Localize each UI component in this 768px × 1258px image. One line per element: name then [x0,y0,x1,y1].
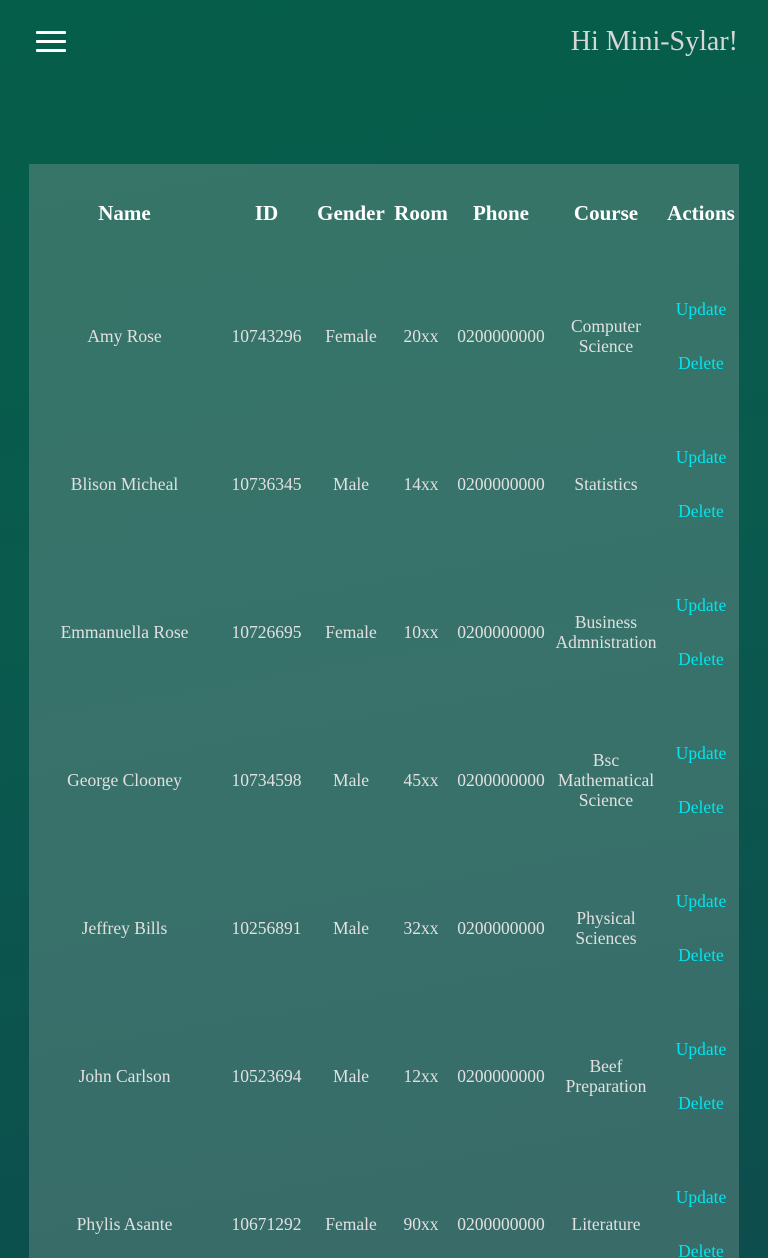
delete-link[interactable]: Delete [678,945,724,965]
cell-course: Computer Science [571,316,641,356]
cell-course: Literature [571,1214,641,1234]
cell-gender: Male [333,918,369,938]
cell-course: Beef Preparation [565,1056,647,1096]
cell-course: Business Admnistration [555,612,657,652]
menu-bar [36,49,66,52]
cell-room: 20xx [403,326,439,346]
update-link[interactable]: Update [676,595,727,615]
cell-gender: Female [325,622,377,642]
cell-name: John Carlson [78,1066,171,1086]
cell-id: 10743296 [231,326,302,346]
cell-phone: 0200000000 [457,918,545,938]
cell-id: 10736345 [231,474,302,494]
column-header-gender: Gender [317,200,385,225]
delete-link[interactable]: Delete [678,797,724,817]
cell-gender: Male [333,1066,369,1086]
cell-room: 10xx [403,622,439,642]
column-header-room: Room [394,200,448,225]
cell-actions: Update Delete [663,262,739,410]
cell-room: 45xx [403,770,439,790]
cell-phone: 0200000000 [457,326,545,346]
cell-name: Blison Micheal [70,474,179,494]
cell-id: 10523694 [231,1066,302,1086]
cell-id: 10671292 [231,1214,302,1234]
cell-gender: Female [325,326,377,346]
cell-actions: Update Delete [663,706,739,854]
cell-name: George Clooney [67,770,182,790]
cell-name: Phylis Asante [76,1214,173,1234]
cell-actions: Update Delete [663,1150,739,1258]
cell-phone: 0200000000 [457,622,545,642]
column-header-actions: Actions [667,200,735,225]
table-row: John Carlson 10523694 Male 12xx 02000000… [29,1002,739,1150]
cell-actions: Update Delete [663,1002,739,1150]
cell-phone: 0200000000 [457,1066,545,1086]
table-row: Blison Micheal 10736345 Male 14xx 020000… [29,410,739,558]
delete-link[interactable]: Delete [678,501,724,521]
update-link[interactable]: Update [676,743,727,763]
table-row: George Clooney 10734598 Male 45xx 020000… [29,706,739,854]
delete-link[interactable]: Delete [678,1093,724,1113]
cell-actions: Update Delete [663,410,739,558]
cell-phone: 0200000000 [457,770,545,790]
cell-gender: Female [325,1214,377,1234]
delete-link[interactable]: Delete [678,649,724,669]
delete-link[interactable]: Delete [678,353,724,373]
table-row: Phylis Asante 10671292 Female 90xx 02000… [29,1150,739,1258]
cell-course: Statistics [574,474,638,494]
cell-phone: 0200000000 [457,474,545,494]
table-row: Emmanuella Rose 10726695 Female 10xx 020… [29,558,739,706]
menu-bar [36,31,66,34]
cell-id: 10256891 [231,918,302,938]
delete-link[interactable]: Delete [678,1241,724,1258]
hamburger-menu-icon[interactable] [36,31,66,53]
cell-room: 90xx [403,1214,439,1234]
column-header-course: Course [573,200,639,225]
cell-room: 32xx [403,918,439,938]
cell-name: Jeffrey Bills [81,918,168,938]
cell-room: 12xx [403,1066,439,1086]
update-link[interactable]: Update [676,299,727,319]
table-row: Jeffrey Bills 10256891 Male 32xx 0200000… [29,854,739,1002]
table-header-row: Name ID Gender Room Phone Course Actions [29,164,739,262]
cell-course: Physical Sciences [575,908,637,948]
user-greeting: Hi Mini-Sylar! [570,26,738,57]
cell-actions: Update Delete [663,854,739,1002]
cell-id: 10726695 [231,622,302,642]
students-table-panel: Name ID Gender Room Phone Course Actions… [29,164,739,1258]
update-link[interactable]: Update [676,891,727,911]
cell-gender: Male [333,770,369,790]
cell-name: Emmanuella Rose [60,622,189,642]
menu-bar [36,40,66,43]
update-link[interactable]: Update [676,447,727,467]
cell-room: 14xx [403,474,439,494]
table-row: Amy Rose 10743296 Female 20xx 0200000000… [29,262,739,410]
column-header-phone: Phone [472,200,529,225]
cell-actions: Update Delete [663,558,739,706]
cell-phone: 0200000000 [457,1214,545,1234]
update-link[interactable]: Update [676,1039,727,1059]
cell-course: Bsc Mathematical Science [557,750,655,810]
cell-gender: Male [333,474,369,494]
update-link[interactable]: Update [676,1187,727,1207]
column-header-id: ID [254,200,279,225]
students-table: Name ID Gender Room Phone Course Actions… [29,164,739,1258]
cell-name: Amy Rose [87,326,162,346]
column-header-name: Name [98,200,151,225]
cell-id: 10734598 [231,770,302,790]
